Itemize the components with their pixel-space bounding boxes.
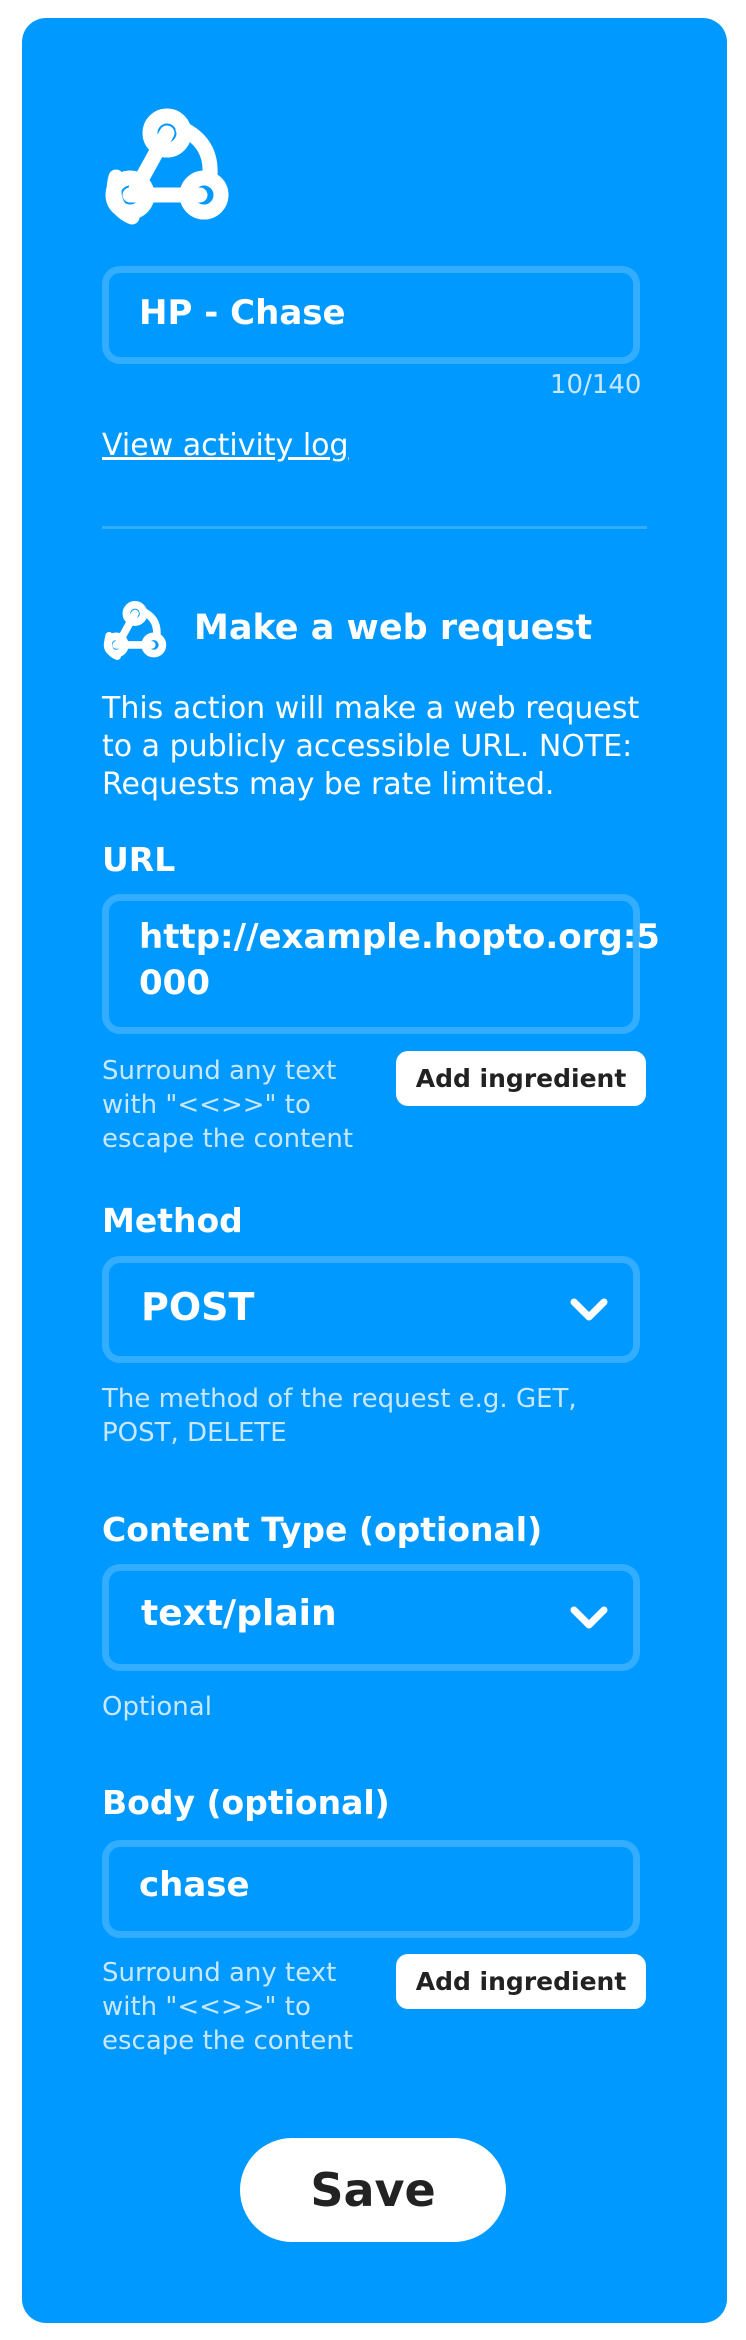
- body-help-line: Surround any text: [102, 1958, 337, 1988]
- url-help-line: with "<<>>" to: [102, 1090, 311, 1120]
- url-value-line-1: http://example.hopto.org:5: [139, 917, 660, 957]
- method-label: Method: [102, 1201, 243, 1240]
- character-counter: 10/140: [550, 370, 642, 400]
- view-activity-log-link[interactable]: View activity log: [102, 428, 349, 463]
- content-type-label: Content Type (optional): [102, 1510, 543, 1549]
- divider: [102, 526, 647, 529]
- content-type-select[interactable]: text/plain: [102, 1564, 640, 1671]
- url-help-line: Surround any text: [102, 1056, 337, 1086]
- url-add-ingredient-button[interactable]: Add ingredient: [396, 1051, 646, 1106]
- url-help: Surround any text with "<<>>" to escape …: [102, 1054, 353, 1156]
- url-field[interactable]: http://example.hopto.org:5 000: [102, 894, 660, 1034]
- body-help-line: with "<<>>" to: [102, 1992, 311, 2022]
- action-description: This action will make a web request to a…: [102, 691, 640, 802]
- method-help: The method of the request e.g. GET, POST…: [102, 1382, 577, 1450]
- body-value: chase: [139, 1865, 250, 1905]
- url-value-line-2: 000: [139, 963, 210, 1003]
- webhook-icon: [103, 601, 167, 660]
- chevron-down-icon: [570, 1606, 608, 1629]
- body-add-ingredient-button[interactable]: Add ingredient: [396, 1954, 646, 2009]
- action-title: Make a web request: [194, 608, 593, 648]
- applet-name-field[interactable]: HP - Chase: [102, 266, 640, 364]
- content-type-value: text/plain: [141, 1593, 337, 1634]
- body-help: Surround any text with "<<>>" to escape …: [102, 1956, 353, 2058]
- url-help-line: escape the content: [102, 1124, 354, 1154]
- body-label: Body (optional): [102, 1783, 390, 1822]
- url-label: URL: [102, 840, 176, 879]
- method-select[interactable]: POST: [102, 1256, 640, 1363]
- method-help-line: POST, DELETE: [102, 1418, 287, 1448]
- chevron-down-icon: [570, 1298, 608, 1321]
- applet-card: HP - Chase 10/140 View activity log Make…: [22, 18, 727, 2323]
- body-field[interactable]: chase: [102, 1840, 640, 1938]
- method-value: POST: [141, 1285, 255, 1329]
- body-help-line: escape the content: [102, 2026, 354, 2056]
- applet-name-value: HP - Chase: [139, 293, 346, 333]
- method-help-line: The method of the request e.g. GET,: [102, 1384, 577, 1414]
- content-type-help: Optional: [102, 1692, 212, 1722]
- webhook-icon: [105, 108, 229, 225]
- save-button[interactable]: Save: [240, 2138, 506, 2242]
